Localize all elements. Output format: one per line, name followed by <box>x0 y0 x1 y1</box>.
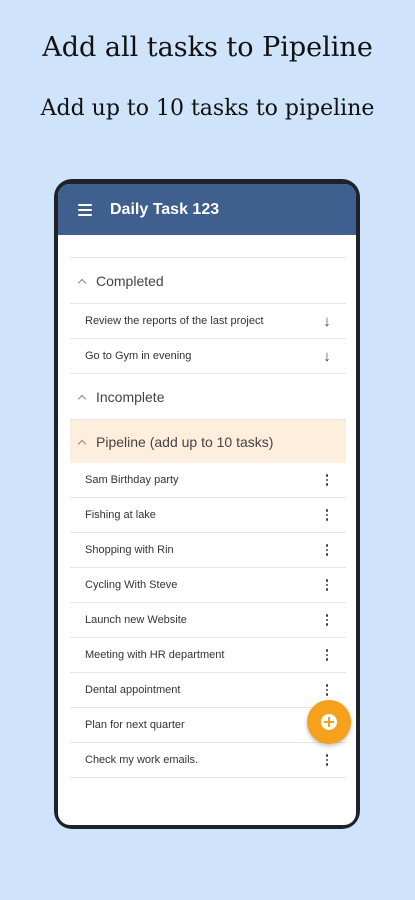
list-item[interactable]: Sam Birthday party <box>70 463 346 498</box>
task-label: Dental appointment <box>85 684 181 696</box>
hamburger-menu-icon[interactable] <box>78 203 92 216</box>
list-item[interactable]: Review the reports of the last project ↓ <box>70 304 346 339</box>
task-label: Fishing at lake <box>85 509 156 521</box>
task-label: Plan for next quarter <box>85 719 185 731</box>
promo-title: Add all tasks to Pipeline <box>42 32 373 63</box>
arrow-down-icon[interactable]: ↓ <box>320 314 334 329</box>
more-vert-icon[interactable] <box>320 509 334 521</box>
app-title: Daily Task 123 <box>110 200 220 218</box>
list-item[interactable]: Fishing at lake <box>70 498 346 533</box>
task-label: Cycling With Steve <box>85 579 178 591</box>
task-label: Meeting with HR department <box>85 649 225 661</box>
chevron-up-icon <box>78 393 86 401</box>
app-bar: Daily Task 123 <box>58 184 356 235</box>
list-item[interactable]: Meeting with HR department <box>70 638 346 673</box>
add-circle-icon <box>321 714 337 730</box>
section-label: Incomplete <box>96 388 165 405</box>
more-vert-icon[interactable] <box>320 474 334 486</box>
list-item[interactable]: Plan for next quarter <box>70 708 346 743</box>
task-list: Completed Review the reports of the last… <box>70 235 346 778</box>
chevron-up-icon <box>78 277 86 285</box>
more-vert-icon[interactable] <box>320 614 334 626</box>
section-incomplete[interactable]: Incomplete <box>70 374 346 420</box>
task-label: Go to Gym in evening <box>85 350 192 362</box>
section-label: Completed <box>96 272 164 289</box>
task-label: Sam Birthday party <box>85 474 179 486</box>
section-pipeline[interactable]: Pipeline (add up to 10 tasks) <box>70 420 346 463</box>
list-item[interactable]: Dental appointment <box>70 673 346 708</box>
list-item[interactable]: Cycling With Steve <box>70 568 346 603</box>
promo-subtitle: Add up to 10 tasks to pipeline <box>40 96 375 121</box>
list-item[interactable]: Go to Gym in evening ↓ <box>70 339 346 374</box>
section-label: Pipeline (add up to 10 tasks) <box>96 433 274 450</box>
task-label: Review the reports of the last project <box>85 315 264 327</box>
task-label: Shopping with Rin <box>85 544 174 556</box>
list-top-spacer <box>70 235 346 257</box>
arrow-down-icon[interactable]: ↓ <box>320 349 334 364</box>
more-vert-icon[interactable] <box>320 684 334 696</box>
more-vert-icon[interactable] <box>320 754 334 766</box>
chevron-up-icon <box>78 438 86 446</box>
add-task-button[interactable] <box>307 700 351 744</box>
list-item[interactable]: Check my work emails. <box>70 743 346 778</box>
task-label: Check my work emails. <box>85 754 199 766</box>
more-vert-icon[interactable] <box>320 649 334 661</box>
section-completed[interactable]: Completed <box>70 258 346 304</box>
more-vert-icon[interactable] <box>320 579 334 591</box>
list-item[interactable]: Shopping with Rin <box>70 533 346 568</box>
more-vert-icon[interactable] <box>320 544 334 556</box>
task-label: Launch new Website <box>85 614 187 626</box>
list-item[interactable]: Launch new Website <box>70 603 346 638</box>
